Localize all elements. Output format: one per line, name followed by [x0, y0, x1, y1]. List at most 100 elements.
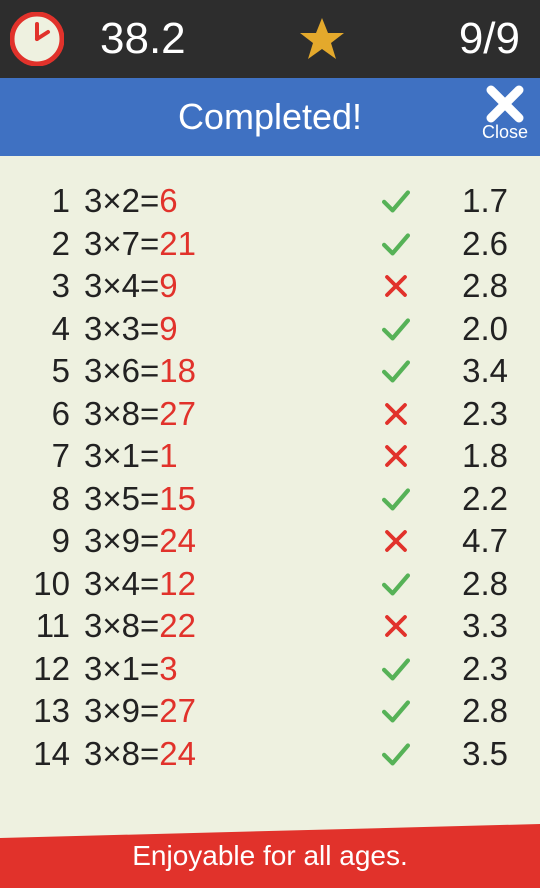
- equation-answer: 6: [159, 182, 177, 219]
- row-index: 9: [24, 522, 70, 560]
- close-icon: [485, 84, 525, 124]
- promo-text: Enjoyable for all ages.: [132, 840, 408, 872]
- row-index: 4: [24, 310, 70, 348]
- equation-answer: 27: [159, 692, 196, 729]
- row-index: 6: [24, 395, 70, 433]
- equation-lhs: 3×2=: [84, 182, 159, 219]
- row-index: 11: [24, 607, 70, 645]
- result-row: 14 3×8=24 3.5: [24, 733, 508, 776]
- row-index: 1: [24, 182, 70, 220]
- results-list: 13×2=61.723×7=212.633×4=92.843×3=92.053×…: [0, 156, 540, 824]
- equation-answer: 9: [159, 267, 177, 304]
- cross-icon: [372, 271, 420, 301]
- row-index: 2: [24, 225, 70, 263]
- result-row: 9 3×9=24 4.7: [24, 520, 508, 563]
- row-index: 7: [24, 437, 70, 475]
- row-time: 4.7: [436, 522, 508, 560]
- row-equation: 3×1=1: [84, 437, 372, 475]
- equation-lhs: 3×9=: [84, 692, 159, 729]
- result-row: 12 3×1=3 2.3: [24, 648, 508, 691]
- row-time: 3.5: [436, 735, 508, 773]
- equation-lhs: 3×1=: [84, 650, 159, 687]
- cross-icon: [372, 441, 420, 471]
- row-equation: 3×7=21: [84, 225, 372, 263]
- check-icon: [372, 652, 420, 686]
- equation-answer: 1: [159, 437, 177, 474]
- result-row: 4 3×3=9 2.0: [24, 308, 508, 351]
- clock-icon: [10, 12, 64, 66]
- row-equation: 3×5=15: [84, 480, 372, 518]
- result-row: 5 3×6=18 3.4: [24, 350, 508, 393]
- equation-answer: 27: [159, 395, 196, 432]
- equation-lhs: 3×8=: [84, 395, 159, 432]
- row-time: 2.8: [436, 267, 508, 305]
- completed-title: Completed!: [178, 96, 362, 138]
- result-row: 7 3×1=1 1.8: [24, 435, 508, 478]
- row-time: 1.8: [436, 437, 508, 475]
- equation-lhs: 3×4=: [84, 565, 159, 602]
- check-icon: [372, 227, 420, 261]
- row-equation: 3×3=9: [84, 310, 372, 348]
- cross-icon: [372, 611, 420, 641]
- cross-icon: [372, 399, 420, 429]
- row-equation: 3×8=27: [84, 395, 372, 433]
- score-counter: 9/9: [459, 14, 520, 64]
- equation-lhs: 3×7=: [84, 225, 159, 262]
- row-time: 1.7: [436, 182, 508, 220]
- row-time: 2.8: [436, 692, 508, 730]
- equation-answer: 24: [159, 735, 196, 772]
- equation-answer: 12: [159, 565, 196, 602]
- row-time: 2.3: [436, 395, 508, 433]
- row-index: 14: [24, 735, 70, 773]
- result-row: 13 3×9=27 2.8: [24, 690, 508, 733]
- row-index: 10: [24, 565, 70, 603]
- row-equation: 3×9=27: [84, 692, 372, 730]
- row-index: 12: [24, 650, 70, 688]
- row-index: 13: [24, 692, 70, 730]
- row-equation: 3×9=24: [84, 522, 372, 560]
- equation-answer: 22: [159, 607, 196, 644]
- result-row: 113×8=223.3: [24, 605, 508, 648]
- check-icon: [372, 694, 420, 728]
- row-equation: 3×2=6: [84, 182, 372, 220]
- row-time: 3.3: [436, 607, 508, 645]
- top-status-bar: 38.2 9/9: [0, 0, 540, 78]
- equation-lhs: 3×4=: [84, 267, 159, 304]
- row-index: 3: [24, 267, 70, 305]
- row-equation: 3×4=9: [84, 267, 372, 305]
- row-equation: 3×1=3: [84, 650, 372, 688]
- check-icon: [372, 354, 420, 388]
- equation-answer: 15: [159, 480, 196, 517]
- row-time: 2.3: [436, 650, 508, 688]
- equation-answer: 3: [159, 650, 177, 687]
- close-label: Close: [482, 122, 528, 143]
- equation-lhs: 3×5=: [84, 480, 159, 517]
- row-equation: 3×8=24: [84, 735, 372, 773]
- elapsed-time: 38.2: [100, 14, 186, 64]
- row-time: 2.6: [436, 225, 508, 263]
- promo-banner[interactable]: Enjoyable for all ages.: [0, 824, 540, 888]
- row-time: 3.4: [436, 352, 508, 390]
- check-icon: [372, 737, 420, 771]
- row-time: 2.0: [436, 310, 508, 348]
- row-equation: 3×4=12: [84, 565, 372, 603]
- close-button[interactable]: Close: [482, 84, 528, 143]
- equation-answer: 21: [159, 225, 196, 262]
- row-equation: 3×6=18: [84, 352, 372, 390]
- star-icon: [186, 15, 459, 63]
- result-row: 1 3×2=6 1.7: [24, 180, 508, 223]
- equation-answer: 9: [159, 310, 177, 347]
- result-row: 2 3×7=21 2.6: [24, 223, 508, 266]
- row-index: 8: [24, 480, 70, 518]
- row-time: 2.8: [436, 565, 508, 603]
- equation-lhs: 3×8=: [84, 735, 159, 772]
- result-row: 6 3×8=27 2.3: [24, 393, 508, 436]
- equation-lhs: 3×6=: [84, 352, 159, 389]
- row-index: 5: [24, 352, 70, 390]
- result-row: 10 3×4=12 2.8: [24, 563, 508, 606]
- equation-answer: 18: [159, 352, 196, 389]
- equation-lhs: 3×1=: [84, 437, 159, 474]
- cross-icon: [372, 526, 420, 556]
- check-icon: [372, 312, 420, 346]
- result-row: 3 3×4=9 2.8: [24, 265, 508, 308]
